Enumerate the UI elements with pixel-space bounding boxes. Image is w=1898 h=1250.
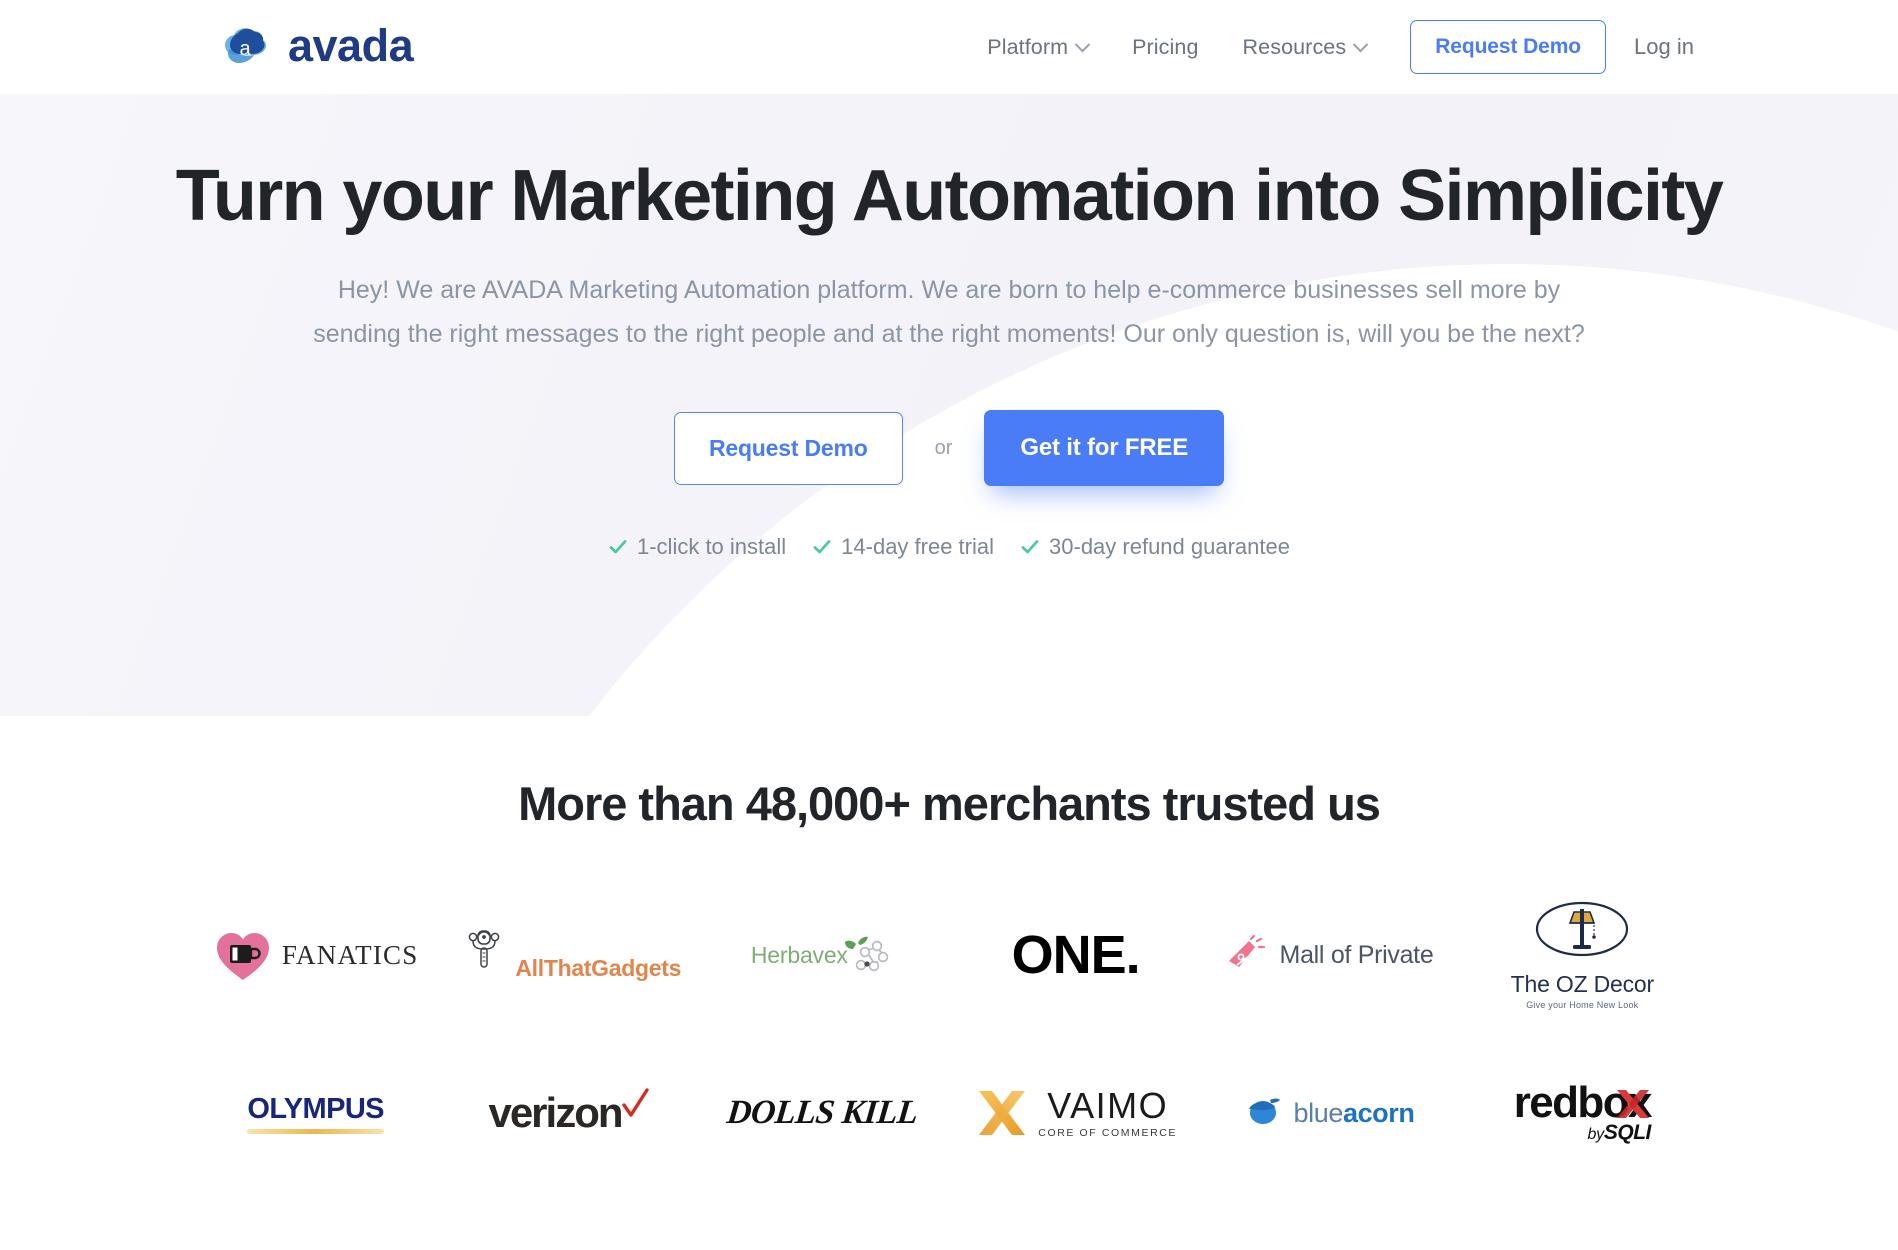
nav-item-resources-label: Resources [1242,34,1347,59]
acorn-icon [1248,1098,1280,1124]
header-request-demo-button[interactable]: Request Demo [1410,20,1607,74]
vaimo-logo: VAIMO CORE OF COMMERCE [974,1085,1177,1141]
trusted-merchants-section: More than 48,000+ merchants trusted us F… [0,716,1898,1159]
the-oz-decor-wordmark: The OZ Decor [1510,970,1655,997]
logo-cell-blue-acorn: blueacorn [1202,1067,1455,1159]
nav-item-pricing[interactable]: Pricing [1110,25,1220,70]
allthatgadgets-logo: AllThatGadgets [457,928,681,982]
molecule-leaf-icon [844,936,888,972]
logo-cell-allthatgadgets: AllThatGadgets [442,909,695,1001]
hero-section: Turn your Marketing Automation into Simp… [0,94,1898,716]
logo-cell-redbox: redbox bySQLI [1456,1067,1709,1159]
hero-subtitle-line-2: sending the right messages to the right … [313,320,1585,349]
verizon-check-icon [621,1088,649,1117]
perk-label: 14-day free trial [841,534,995,560]
the-oz-decor-logo: The OZ Decor Give your Home New Look [1511,901,1654,1010]
page-root: a avada Platform Pricing Resources Reque… [0,0,1898,1250]
svg-text:a: a [239,38,251,60]
hero-get-it-free-button[interactable]: Get it for FREE [984,410,1225,487]
redbox-x-icon [1616,1090,1649,1118]
olympus-logo: OLYMPUS [247,1092,385,1134]
hero-subtitle-line-1: Hey! We are AVADA Marketing Automation p… [337,275,1561,304]
cta-divider-label: or [934,436,953,459]
brand-name: avada [288,19,414,71]
logo-cell-verizon: verizon [442,1067,695,1159]
perk-item: 1-click to install [608,534,786,560]
perk-label: 30-day refund guarantee [1049,534,1290,560]
logo-cell-mall-of-private: Mall of Private [1202,909,1455,1001]
check-icon [1021,540,1039,554]
allthatgadgets-wordmark: AllThatGadgets [515,955,682,981]
nav-item-resources[interactable]: Resources [1221,25,1389,70]
mall-of-private-wordmark: Mall of Private [1279,940,1434,969]
check-icon [813,540,831,554]
hero-content: Turn your Marketing Automation into Simp… [0,94,1898,560]
logo-cell-herbavex: Herbavex [696,909,949,1001]
fanatics-logo: FANATICS [213,926,419,984]
hero-subtitle: Hey! We are AVADA Marketing Automation p… [194,271,1704,355]
hero-request-demo-button[interactable]: Request Demo [673,411,903,485]
herbavex-logo: Herbavex [751,930,894,980]
blue-acorn-wordmark-blue: blue [1293,1097,1344,1128]
herbavex-wordmark: Herbavex [750,941,848,968]
logo-cell-vaimo: VAIMO CORE OF COMMERCE [949,1067,1202,1159]
blue-acorn-logo: blueacorn [1244,1095,1415,1131]
lamp-oval-icon [1536,901,1629,956]
main-navigation: Platform Pricing Resources Request Demo … [965,20,1898,74]
verizon-wordmark: verizon [488,1089,623,1136]
the-oz-decor-tagline: Give your Home New Look [1526,999,1639,1010]
merchant-logo-grid: FANATICS AllThatGadgets Herbavex ONE. Ma… [189,901,1709,1159]
redbox-logo: redbox bySQLI [1514,1081,1653,1145]
fanatics-wordmark: FANATICS [281,939,419,970]
nav-item-platform[interactable]: Platform [965,25,1110,70]
vaimo-x-icon [979,1091,1026,1135]
olympus-underline [247,1128,384,1134]
heart-mug-icon [216,933,269,980]
login-link[interactable]: Log in [1620,24,1708,70]
megaphone-percent-icon [1228,935,1265,967]
logo-cell-dolls-kill: DOLLS KILL [696,1067,949,1159]
site-header: a avada Platform Pricing Resources Reque… [0,0,1898,94]
gadget-icon [468,930,500,968]
dolls-kill-wordmark: DOLLS KILL [725,1094,920,1131]
chevron-down-icon [1074,36,1091,52]
mall-of-private-logo: Mall of Private [1225,935,1434,975]
logo-cell-the-oz-decor: The OZ Decor Give your Home New Look [1456,901,1709,1010]
brand-logo[interactable]: a avada [218,19,414,75]
trust-title: More than 48,000+ merchants trusted us [518,777,1381,830]
chevron-down-icon [1352,36,1369,52]
perk-label: 1-click to install [637,534,787,560]
perk-item: 30-day refund guarantee [1020,534,1290,560]
perk-item: 14-day free trial [812,534,994,560]
vaimo-tagline: CORE OF COMMERCE [1038,1126,1178,1139]
olympus-wordmark: OLYMPUS [247,1092,384,1125]
nav-item-pricing-label: Pricing [1132,34,1199,59]
vaimo-wordmark: VAIMO [1047,1084,1169,1126]
blue-acorn-wordmark-acorn: acorn [1342,1097,1415,1128]
logo-cell-one: ONE. [949,909,1202,1001]
redbox-by-label: by [1587,1126,1605,1143]
hero-perks-list: 1-click to install 14-day free trial 30-… [0,534,1898,560]
hero-cta-row: Request Demo or Get it for FREE [0,410,1898,487]
verizon-logo: verizon [488,1088,649,1136]
one-wordmark: ONE. [1011,925,1141,985]
logo-cell-olympus: OLYMPUS [189,1067,442,1159]
check-icon [609,540,627,554]
avada-cloud-icon: a [218,19,274,75]
nav-item-platform-label: Platform [987,34,1069,59]
logo-cell-fanatics: FANATICS [189,909,442,1001]
hero-title: Turn your Marketing Automation into Simp… [175,156,1724,236]
